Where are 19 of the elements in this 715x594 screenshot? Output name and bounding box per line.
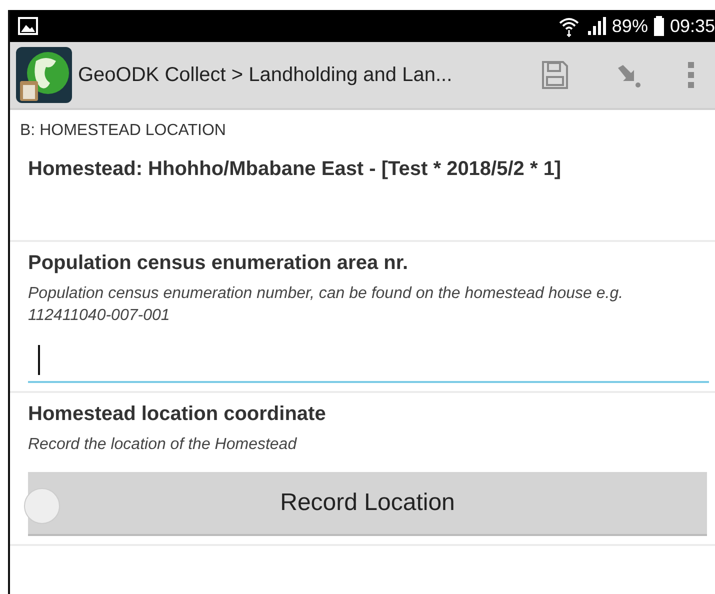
question-label: Homestead location coordinate bbox=[28, 403, 327, 426]
question-hint: Record the location of the Homestead bbox=[28, 435, 298, 455]
app-title: GeoODK Collect > Landholding and Lan... bbox=[78, 64, 452, 86]
section-label: B: HOMESTEAD LOCATION bbox=[19, 121, 227, 140]
wifi-icon bbox=[558, 15, 580, 37]
group-heading: Homestead: Hhohho/Mbabane East - [Test * 2018/5/2 * 1] bbox=[10, 140, 715, 242]
battery-percent: 89% bbox=[612, 16, 648, 36]
text-cursor bbox=[38, 345, 40, 375]
gallery-icon bbox=[18, 17, 38, 35]
overflow-menu-icon[interactable] bbox=[687, 61, 695, 89]
record-location-button[interactable]: Record Location bbox=[28, 472, 707, 536]
battery-icon bbox=[654, 16, 664, 36]
question-hint: Population census enumeration number, can be found on the homestead house e.g. 112411040-007-001 bbox=[28, 284, 624, 326]
globe-logo-icon bbox=[16, 47, 72, 103]
signal-icon bbox=[586, 16, 606, 36]
save-icon[interactable] bbox=[541, 60, 569, 90]
arrow-down-right-icon[interactable] bbox=[615, 62, 641, 88]
question-label: Population census enumeration area nr. bbox=[28, 252, 410, 275]
clock-time: 09:35 bbox=[670, 16, 715, 36]
